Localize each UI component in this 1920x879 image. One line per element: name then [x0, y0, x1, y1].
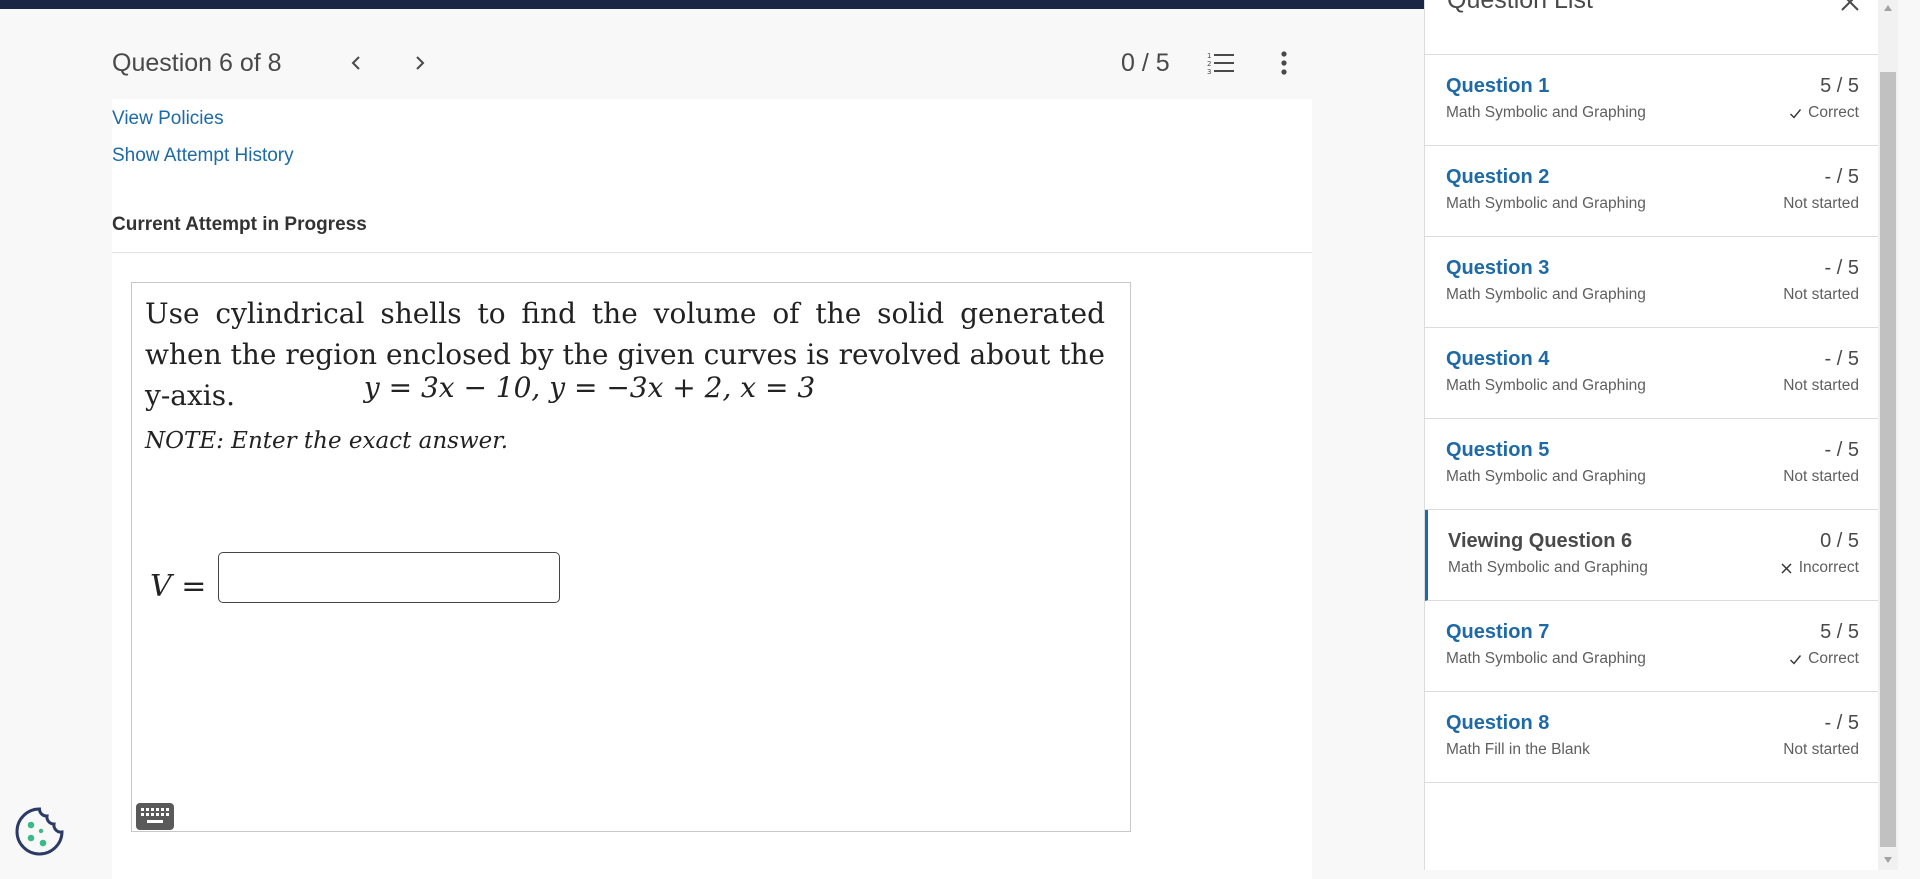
question-list-item-3[interactable]: Question 3 Math Symbolic and Graphing - …: [1425, 237, 1879, 328]
question-list-item-type: Math Fill in the Blank: [1446, 741, 1590, 758]
panel-header: Question List: [1425, 0, 1879, 55]
question-list-item-type: Math Symbolic and Graphing: [1446, 286, 1646, 303]
question-list-item-name: Question 8: [1446, 712, 1550, 734]
question-list-item-score: 5 / 5: [1820, 621, 1859, 643]
question-list-item-8[interactable]: Question 8 Math Fill in the Blank - / 5 …: [1425, 692, 1879, 783]
svg-text:1: 1: [1207, 52, 1211, 60]
question-content: View Policies Show Attempt History Curre…: [112, 99, 1312, 879]
scroll-up-arrow-icon[interactable]: [1883, 4, 1893, 12]
question-list-item-score: - / 5: [1824, 712, 1859, 734]
show-attempt-history-link[interactable]: Show Attempt History: [112, 145, 294, 167]
question-list-item-name: Question 3: [1446, 257, 1550, 279]
question-list-item-name: Viewing Question 6: [1448, 530, 1633, 552]
question-list-item-name: Question 7: [1446, 621, 1550, 643]
question-list-item-name: Question 2: [1446, 166, 1550, 188]
question-score: 0 / 5: [1121, 49, 1170, 77]
question-list-item-2[interactable]: Question 2 Math Symbolic and Graphing - …: [1425, 146, 1879, 237]
check-icon: [1790, 108, 1802, 119]
question-list-item-type: Math Symbolic and Graphing: [1446, 650, 1646, 667]
panel-title: Question List: [1447, 0, 1593, 14]
question-header: Question 6 of 8 0 / 5 1 2 3: [112, 39, 1292, 87]
question-list-item-type: Math Symbolic and Graphing: [1446, 195, 1646, 212]
keyboard-icon: [141, 808, 169, 823]
check-icon: [1790, 654, 1802, 665]
question-equations: y = 3x − 10, y = −3x + 2, x = 3: [363, 371, 816, 404]
question-box: Use cylindrical shells to find the volum…: [131, 282, 1131, 832]
question-list-item-status: Correct: [1789, 650, 1859, 668]
next-question-button[interactable]: [404, 47, 436, 79]
question-list-item-score: 0 / 5: [1820, 530, 1859, 552]
right-margin: [1898, 0, 1920, 870]
question-list-item-status: Not started: [1783, 377, 1859, 395]
status-text: Incorrect: [1798, 559, 1859, 576]
question-list-item-score: - / 5: [1824, 439, 1859, 461]
previous-question-button[interactable]: [340, 47, 372, 79]
question-list-item-score: - / 5: [1824, 166, 1859, 188]
question-list-item-score: - / 5: [1824, 257, 1859, 279]
question-list-item-status: Not started: [1783, 286, 1859, 304]
question-list-panel: Question List Question 1 Math Symbolic a…: [1424, 0, 1879, 870]
chevron-right-icon: [416, 56, 425, 70]
math-keyboard-button[interactable]: [136, 803, 174, 830]
question-list-item-5[interactable]: Question 5 Math Symbolic and Graphing - …: [1425, 419, 1879, 510]
question-note: NOTE: Enter the exact answer.: [145, 428, 509, 454]
question-list-item-status: Correct: [1789, 104, 1859, 122]
question-list-item-name: Question 1: [1446, 75, 1550, 97]
question-list-item-status: Not started: [1783, 195, 1859, 213]
question-list-icon[interactable]: 1 2 3: [1206, 49, 1236, 77]
question-list-item-type: Math Symbolic and Graphing: [1446, 468, 1646, 485]
question-list-item-status: Incorrect: [1780, 559, 1859, 577]
question-list-item-7[interactable]: Question 7 Math Symbolic and Graphing 5 …: [1425, 601, 1879, 692]
more-options-icon[interactable]: [1274, 49, 1294, 77]
main-region: Question 6 of 8 0 / 5 1 2 3 View Policie…: [0, 9, 1424, 879]
view-policies-link[interactable]: View Policies: [112, 108, 224, 130]
answer-label: V =: [150, 569, 207, 604]
status-text: Not started: [1783, 286, 1859, 303]
question-list-item-name: Question 5: [1446, 439, 1550, 461]
attempt-status-label: Current Attempt in Progress: [112, 214, 367, 235]
scrollbar-thumb[interactable]: [1880, 72, 1896, 847]
status-text: Not started: [1783, 377, 1859, 394]
question-list-item-type: Math Symbolic and Graphing: [1448, 559, 1648, 576]
question-list-item-6[interactable]: Viewing Question 6 Math Symbolic and Gra…: [1425, 510, 1879, 601]
question-list-item-score: 5 / 5: [1820, 75, 1859, 97]
status-text: Not started: [1783, 195, 1859, 212]
question-list-item-status: Not started: [1783, 741, 1859, 759]
svg-text:2: 2: [1207, 60, 1211, 68]
question-list-item-1[interactable]: Question 1 Math Symbolic and Graphing 5 …: [1425, 55, 1879, 146]
status-text: Correct: [1808, 104, 1859, 121]
question-list-item-type: Math Symbolic and Graphing: [1446, 377, 1646, 394]
question-list-item-status: Not started: [1783, 468, 1859, 486]
scroll-down-arrow-icon[interactable]: [1883, 856, 1893, 864]
question-list-item-score: - / 5: [1824, 348, 1859, 370]
status-text: Not started: [1783, 468, 1859, 485]
question-counter: Question 6 of 8: [112, 49, 282, 77]
close-icon[interactable]: [1839, 0, 1861, 16]
status-text: Not started: [1783, 741, 1859, 758]
question-list-item-name: Question 4: [1446, 348, 1550, 370]
status-text: Correct: [1808, 650, 1859, 667]
cookie-settings-icon[interactable]: [14, 806, 65, 857]
divider: [112, 252, 1312, 253]
question-list-item-4[interactable]: Question 4 Math Symbolic and Graphing - …: [1425, 328, 1879, 419]
answer-input[interactable]: [218, 552, 560, 603]
svg-text:3: 3: [1207, 68, 1211, 76]
x-icon: [1781, 563, 1792, 573]
chevron-left-icon: [351, 56, 360, 70]
panel-scrollbar[interactable]: [1878, 0, 1898, 870]
question-list-item-type: Math Symbolic and Graphing: [1446, 104, 1646, 121]
